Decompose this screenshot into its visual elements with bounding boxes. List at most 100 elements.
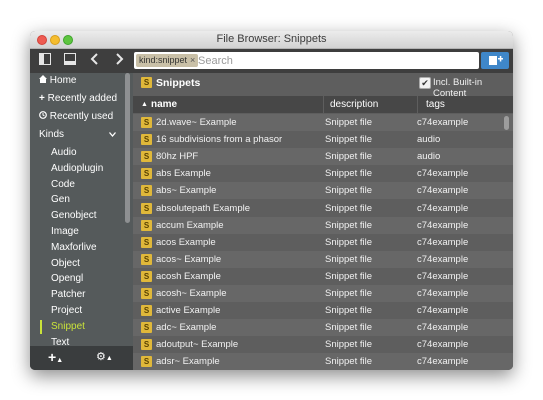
sidebar-item-label: Recently used xyxy=(49,111,114,122)
file-row[interactable]: S 80hz HPF Snippet file audio xyxy=(133,148,513,166)
file-row[interactable]: Sacosh~ Example Snippet file c74example xyxy=(133,285,513,302)
row-description: Snippet file xyxy=(325,270,373,282)
file-browser-window: File Browser: Snippets kind:snippet × Se… xyxy=(30,31,513,370)
selected-indicator xyxy=(40,319,42,334)
row-tags: audio xyxy=(417,134,441,146)
snippet-icon: S xyxy=(141,219,152,231)
toolbar: kind:snippet × xyxy=(30,49,513,73)
search-filter-chip[interactable]: kind:snippet × xyxy=(136,54,199,67)
row-tags: c74example xyxy=(417,185,469,197)
row-name: abs Example xyxy=(156,168,211,180)
file-row[interactable]: Sacosh Example Snippet file c74example xyxy=(133,268,513,285)
file-row[interactable]: S 2d.wave~ Example Snippet file c74example xyxy=(133,114,513,131)
clock-icon xyxy=(39,111,47,119)
row-name: absolutepath Example xyxy=(156,202,251,214)
file-row[interactable]: Sactive Example Snippet file c74example xyxy=(133,302,513,319)
row-name: accum Example xyxy=(156,219,224,231)
row-name: abs~ Example xyxy=(156,185,217,197)
sidebar-toggle-icon[interactable] xyxy=(36,52,54,70)
file-row[interactable]: Sabs~ Example Snippet file c74example xyxy=(133,182,513,200)
row-description: Snippet file xyxy=(325,339,373,351)
row-tags: c74example xyxy=(417,305,469,317)
list-scrollbar[interactable] xyxy=(504,116,509,130)
snippet-icon: S xyxy=(141,202,152,214)
snippet-icon: S xyxy=(141,288,152,299)
row-name: 2d.wave~ Example xyxy=(156,117,237,128)
home-icon xyxy=(39,75,47,83)
file-row[interactable]: Sadsr~ Example Snippet file c74example xyxy=(133,353,513,370)
panel-toggle-icon[interactable] xyxy=(61,52,79,70)
kinds-heading: Kinds xyxy=(39,129,65,140)
row-tags: c74example xyxy=(417,219,469,231)
snippet-icon: S xyxy=(141,305,152,317)
content-area: S Snippets ✔ Incl. Built-in Content ▲ na… xyxy=(133,73,513,370)
sidebar-kind-item[interactable]: Snippet xyxy=(51,321,85,332)
sort-ascending-icon: ▲ xyxy=(141,101,148,108)
file-row[interactable]: Sacos~ Example Snippet file c74example xyxy=(133,250,513,268)
sidebar-kind-item[interactable]: Patcher xyxy=(51,289,85,300)
file-row[interactable]: Sabsolutepath Example Snippet file c74exam… xyxy=(133,200,513,217)
snippet-icon: S xyxy=(141,168,152,180)
row-tags: c74example xyxy=(417,117,469,128)
sidebar-kind-item[interactable]: Project xyxy=(51,305,82,316)
row-tags: c74example xyxy=(417,236,469,248)
sidebar-kind-item[interactable]: Image xyxy=(51,226,79,237)
plus-icon: + xyxy=(39,93,45,104)
row-name: adsr~ Example xyxy=(156,356,220,368)
row-description: Snippet file xyxy=(325,185,373,197)
row-name: acos Example xyxy=(156,236,216,248)
column-header-description[interactable]: description xyxy=(324,96,417,113)
snippet-icon: S xyxy=(141,253,152,265)
title-bar: File Browser: Snippets xyxy=(30,31,513,49)
sidebar-kind-item[interactable]: Code xyxy=(51,179,75,190)
row-tags: c74example xyxy=(417,202,469,214)
back-arrow-icon[interactable] xyxy=(86,52,104,70)
sidebar-scrollbar[interactable] xyxy=(125,73,130,223)
sidebar-item-home[interactable]: Home xyxy=(39,75,76,86)
sidebar-kind-item[interactable]: Opengl xyxy=(51,273,83,284)
search-field[interactable]: kind:snippet × xyxy=(134,52,479,69)
sidebar-kind-item[interactable]: Genobject xyxy=(51,210,97,221)
sidebar-item-recently-added[interactable]: + Recently added xyxy=(39,93,117,104)
row-name: adoutput~ Example xyxy=(156,339,239,351)
chevron-down-icon xyxy=(109,132,116,137)
sidebar-section-kinds[interactable]: Kinds xyxy=(39,129,119,140)
file-row[interactable]: Sadc~ Example Snippet file c74example xyxy=(133,319,513,337)
file-row[interactable]: S 16 subdivisions from a phasor Snippet fi… xyxy=(133,131,513,148)
row-tags: c74example xyxy=(417,356,469,368)
row-description: Snippet file xyxy=(325,288,373,299)
file-row[interactable]: Sacos Example Snippet file c74example xyxy=(133,234,513,251)
snippet-icon: S xyxy=(141,339,152,351)
snippet-icon: S xyxy=(141,185,152,197)
forward-arrow-icon[interactable] xyxy=(110,52,128,70)
snippet-icon: S xyxy=(141,77,152,88)
snippet-icon: S xyxy=(141,270,152,282)
file-row[interactable]: Sadoutput~ Example Snippet file c74example xyxy=(133,336,513,353)
add-to-collection-icon xyxy=(489,56,503,65)
snippet-icon: S xyxy=(141,356,152,368)
sidebar-kind-item[interactable]: Audio xyxy=(51,147,77,158)
chip-close-icon[interactable]: × xyxy=(190,55,195,65)
row-description: Snippet file xyxy=(325,322,373,334)
row-name: 16 subdivisions from a phasor xyxy=(156,134,283,146)
sidebar-kind-item[interactable]: Object xyxy=(51,258,80,269)
sidebar-kind-item[interactable]: Audioplugin xyxy=(51,163,103,174)
snippet-icon: S xyxy=(141,134,152,146)
column-header-tags[interactable]: tags xyxy=(418,96,513,113)
snippet-icon: S xyxy=(141,322,152,334)
add-to-collection-button[interactable] xyxy=(481,52,509,69)
row-tags: audio xyxy=(417,151,441,163)
sidebar-item-recently-used[interactable]: Recently used xyxy=(39,111,113,122)
sidebar-kind-item[interactable]: Gen xyxy=(51,194,70,205)
row-description: Snippet file xyxy=(325,305,373,317)
sidebar-kind-item[interactable]: Maxforlive xyxy=(51,242,97,253)
search-input[interactable] xyxy=(198,52,468,69)
row-name: acosh~ Example xyxy=(156,288,227,299)
file-row[interactable]: Saccum Example Snippet file c74example xyxy=(133,216,513,234)
gear-menu-icon[interactable]: ⚙▲ xyxy=(96,350,113,363)
include-builtin-checkbox[interactable]: ✔ xyxy=(419,77,431,89)
file-row[interactable]: Sabs Example Snippet file c74example xyxy=(133,165,513,182)
row-tags: c74example xyxy=(417,339,469,351)
add-menu-icon[interactable]: +▲ xyxy=(48,349,63,365)
column-header-name[interactable]: ▲ name xyxy=(133,96,323,113)
